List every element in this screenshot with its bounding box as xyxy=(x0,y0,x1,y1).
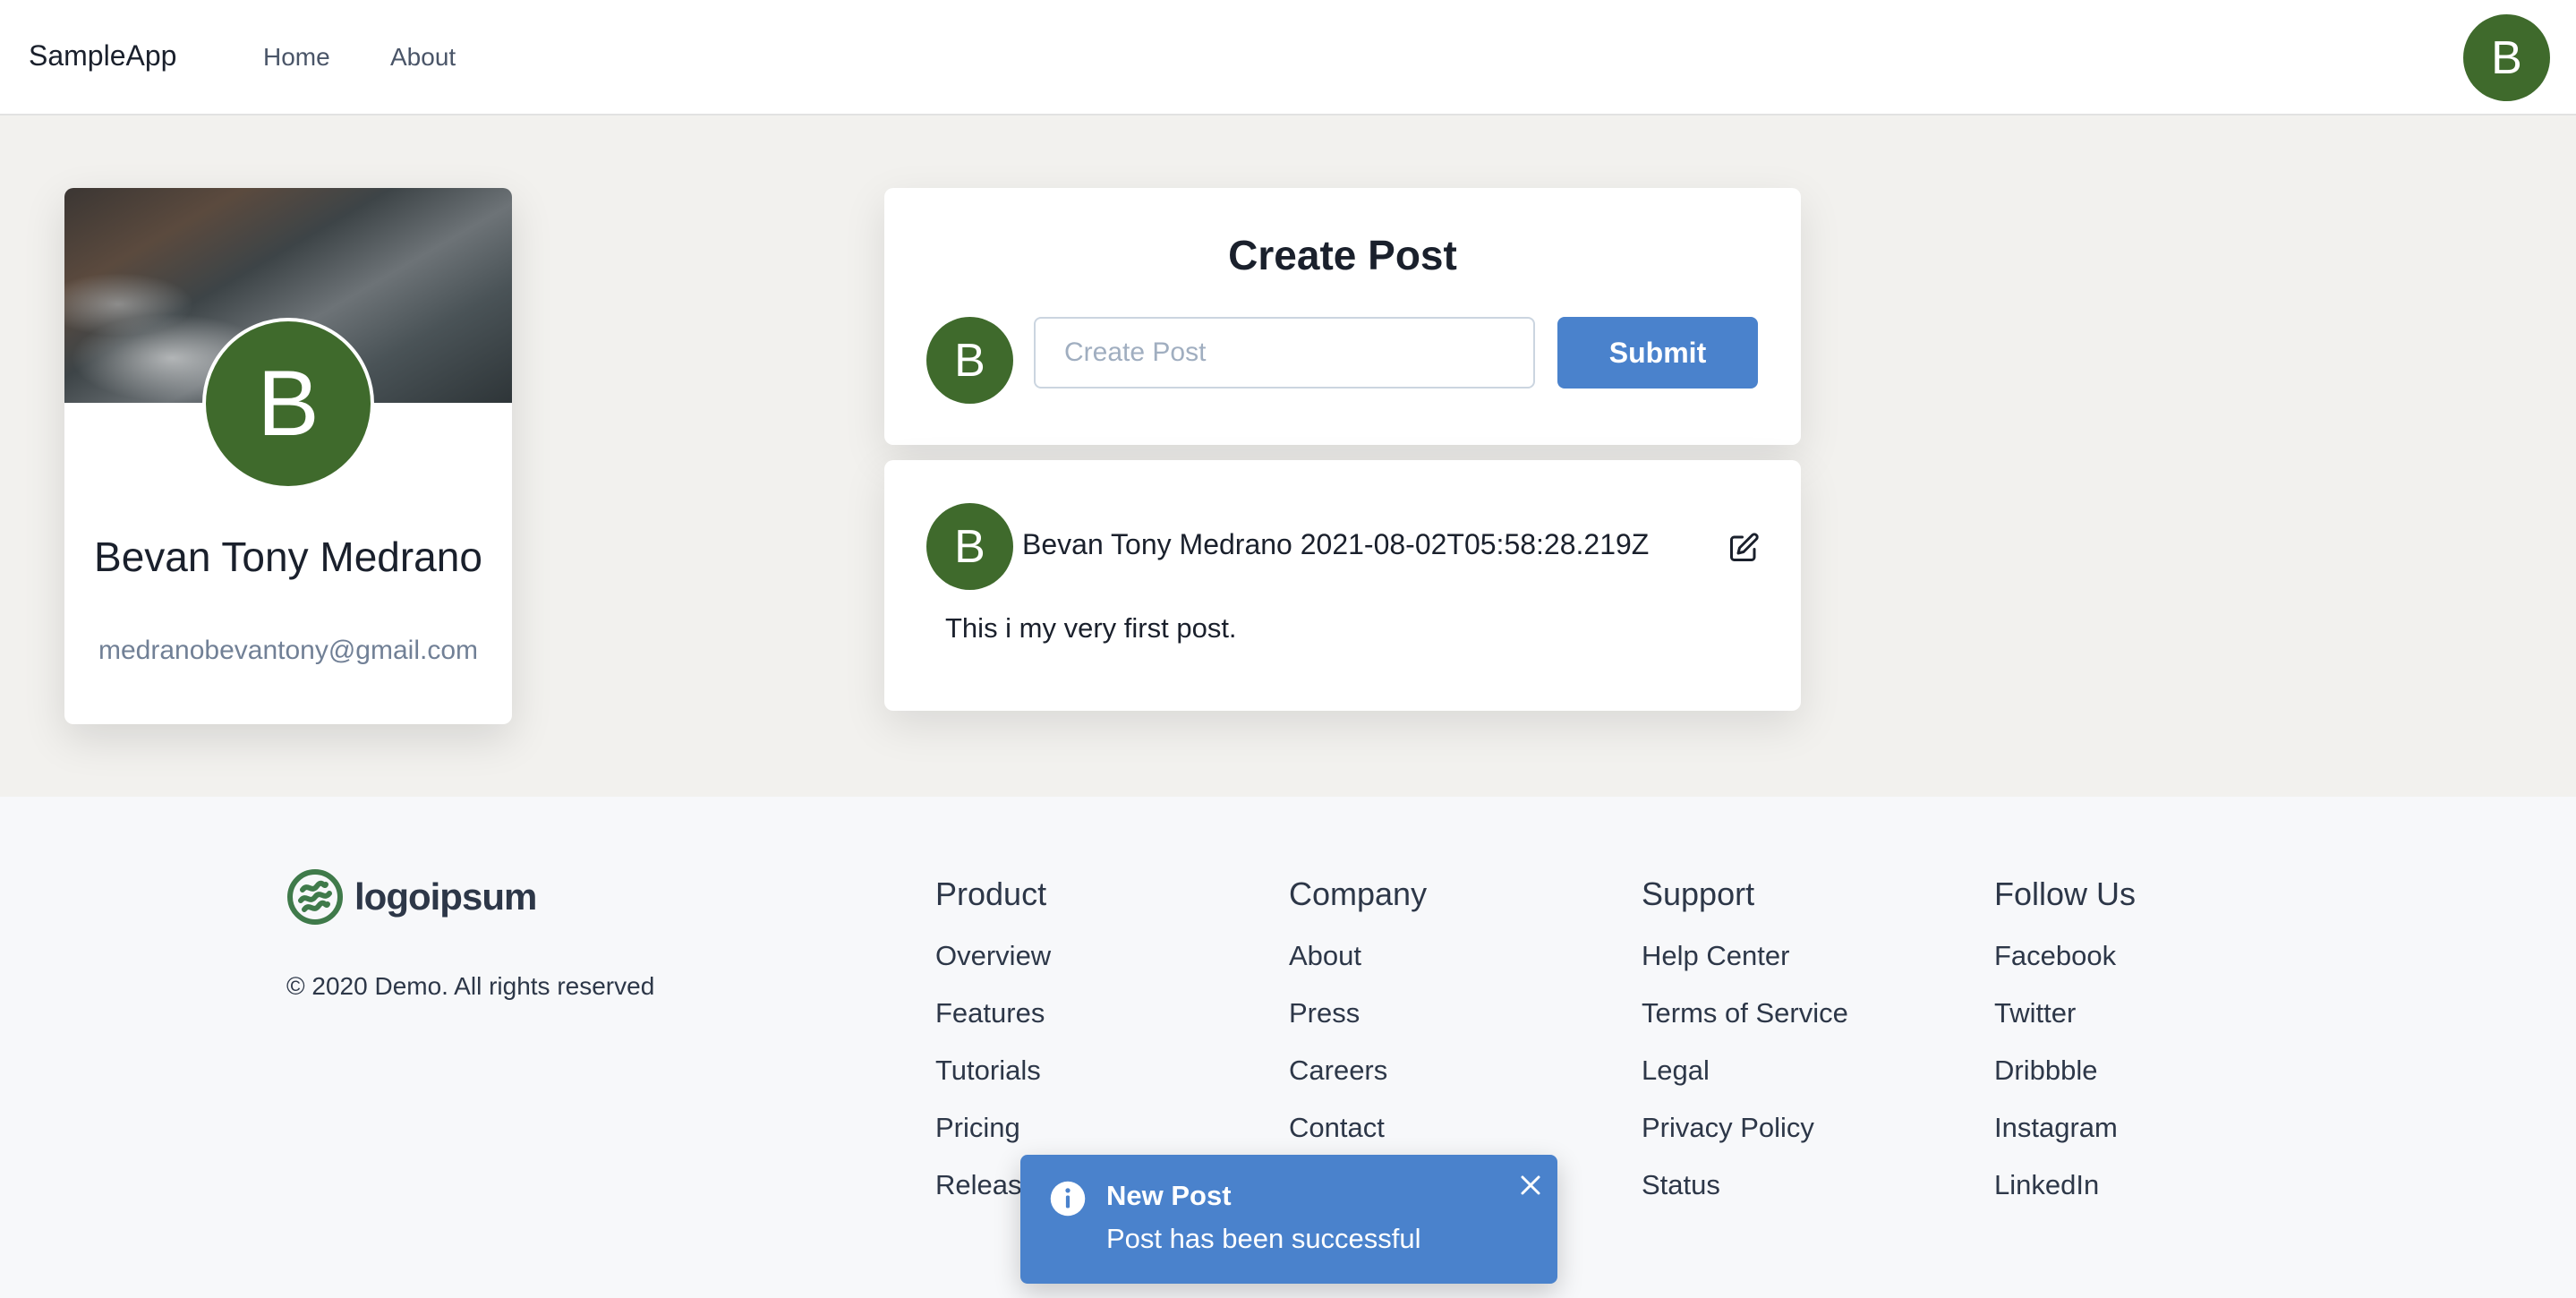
top-navbar: SampleApp Home About B xyxy=(0,0,2576,115)
footer-link-help-center[interactable]: Help Center xyxy=(1642,940,1848,997)
footer-link-instagram[interactable]: Instagram xyxy=(1994,1112,2136,1169)
profile-card: B Bevan Tony Medrano medranobevantony@gm… xyxy=(64,188,512,724)
footer-link-features[interactable]: Features xyxy=(935,997,1051,1055)
user-avatar-menu[interactable]: B xyxy=(2463,14,2550,101)
footer-column-title: Product xyxy=(935,875,1047,912)
toast-title: New Post xyxy=(1106,1180,1232,1211)
footer-link-dribbble[interactable]: Dribbble xyxy=(1994,1055,2136,1112)
edit-icon[interactable] xyxy=(1727,532,1760,564)
post-timestamp: 2021-08-02T05:58:28.219Z xyxy=(1300,528,1650,560)
footer-link-twitter[interactable]: Twitter xyxy=(1994,997,2136,1055)
info-icon xyxy=(1050,1181,1086,1217)
footer-logo[interactable]: logoipsum xyxy=(286,868,537,926)
post-header: Bevan Tony Medrano 2021-08-02T05:58:28.2… xyxy=(1022,528,1649,561)
footer-link-status[interactable]: Status xyxy=(1642,1169,1848,1226)
footer-link-press[interactable]: Press xyxy=(1289,997,1427,1055)
copyright-text: © 2020 Demo. All rights reserved xyxy=(286,972,655,1000)
create-post-card: Create Post B Submit xyxy=(884,188,1801,445)
footer-column-title: Company xyxy=(1289,875,1428,912)
footer-column-follow-us: Follow Us Facebook Twitter Dribbble Inst… xyxy=(1994,875,2136,1226)
create-post-avatar: B xyxy=(926,317,1013,404)
toast-message: Post has been successful xyxy=(1106,1223,1421,1254)
footer-column-title: Follow Us xyxy=(1994,875,2137,912)
footer-link-privacy[interactable]: Privacy Policy xyxy=(1642,1112,1848,1169)
create-post-input[interactable] xyxy=(1034,317,1535,389)
logo-icon xyxy=(287,869,343,925)
footer-column-support: Support Help Center Terms of Service Leg… xyxy=(1642,875,1848,1226)
post-body: This i my very first post. xyxy=(945,612,1237,644)
post-author: Bevan Tony Medrano xyxy=(1022,528,1292,560)
submit-button[interactable]: Submit xyxy=(1557,317,1758,389)
footer-link-facebook[interactable]: Facebook xyxy=(1994,940,2136,997)
footer-link-about[interactable]: About xyxy=(1289,940,1427,997)
profile-avatar: B xyxy=(202,318,374,490)
post-author-avatar: B xyxy=(926,503,1013,590)
nav-link-about[interactable]: About xyxy=(390,43,456,72)
app-brand[interactable]: SampleApp xyxy=(29,39,176,73)
profile-name: Bevan Tony Medrano xyxy=(94,534,482,580)
close-icon[interactable] xyxy=(1514,1169,1547,1201)
footer-link-legal[interactable]: Legal xyxy=(1642,1055,1848,1112)
post-card: B Bevan Tony Medrano 2021-08-02T05:58:28… xyxy=(884,460,1801,711)
profile-email: medranobevantony@gmail.com xyxy=(98,636,478,665)
footer-column-title: Support xyxy=(1642,875,1755,912)
footer-link-linkedin[interactable]: LinkedIn xyxy=(1994,1169,2136,1226)
footer-link-overview[interactable]: Overview xyxy=(935,940,1051,997)
logo-text: logoipsum xyxy=(354,875,537,918)
toast-notification: New Post Post has been successful xyxy=(1020,1155,1557,1284)
nav-link-home[interactable]: Home xyxy=(263,43,330,72)
footer-column-company: Company About Press Careers Contact xyxy=(1289,875,1427,1169)
footer-link-terms[interactable]: Terms of Service xyxy=(1642,997,1848,1055)
create-post-title: Create Post xyxy=(1228,232,1457,278)
footer-link-careers[interactable]: Careers xyxy=(1289,1055,1427,1112)
footer-link-tutorials[interactable]: Tutorials xyxy=(935,1055,1051,1112)
